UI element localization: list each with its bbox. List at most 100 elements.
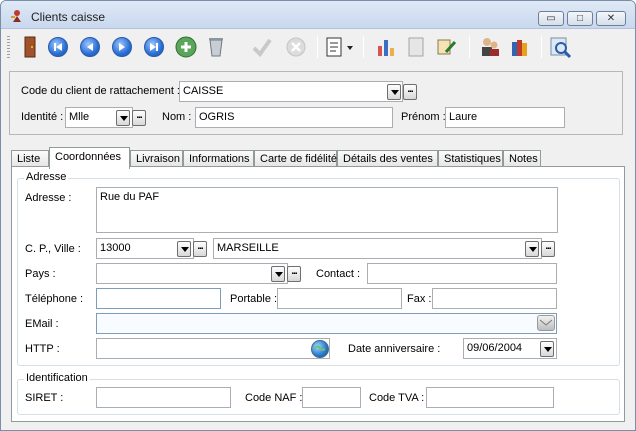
last-record-icon [144, 37, 164, 57]
delete-record-button[interactable] [203, 34, 229, 60]
validate-button[interactable] [249, 34, 275, 60]
document-icon [408, 37, 424, 57]
identite-label: Identité : [21, 111, 64, 123]
code-tva-field[interactable] [426, 387, 554, 408]
window-title: Clients caisse [31, 10, 106, 24]
tab-coordonnees[interactable]: Coordonnées [49, 147, 130, 169]
ville-combo[interactable]: MARSEILLE [213, 238, 542, 259]
ville-dropdown-button[interactable] [525, 241, 539, 257]
chart-icon [378, 40, 394, 56]
contact-label: Contact : [316, 268, 361, 280]
cancel-button[interactable] [283, 34, 309, 60]
next-record-icon [112, 37, 132, 57]
send-email-button[interactable] [537, 315, 555, 331]
toolbar-separator [469, 36, 470, 58]
identite-dropdown-button[interactable] [116, 110, 130, 126]
identification-group-title: Identification [24, 372, 90, 384]
form-menu-button[interactable] [323, 34, 357, 60]
portable-label: Portable : [230, 293, 278, 305]
previous-record-button[interactable] [77, 34, 103, 60]
toolbar-grip[interactable] [7, 36, 10, 58]
email-label: EMail : [25, 318, 59, 330]
telephone-field[interactable] [96, 288, 221, 309]
adresse-group-title: Adresse [24, 171, 69, 183]
search-button[interactable] [547, 34, 573, 60]
maximize-icon: □ [576, 13, 584, 24]
fax-label: Fax : [407, 293, 432, 305]
pays-combo[interactable] [96, 263, 288, 284]
ville-browse-button[interactable]: ... [541, 241, 555, 257]
title-bar: Clients caisse ▭ □ ✕ [1, 1, 635, 29]
pays-dropdown-button[interactable] [271, 266, 285, 282]
nom-label: Nom : [162, 111, 192, 123]
pays-browse-button[interactable]: ... [287, 266, 301, 282]
siret-field[interactable] [96, 387, 231, 408]
minimize-button[interactable]: ▭ [538, 11, 564, 26]
cp-ville-label: C. P., Ville : [25, 243, 81, 255]
code-client-combo[interactable]: CAISSE [179, 81, 403, 102]
adresse-field[interactable]: Rue du PAF [96, 187, 558, 233]
toolbar-separator [363, 36, 364, 58]
open-website-button[interactable] [311, 340, 329, 358]
exit-button[interactable] [17, 34, 43, 60]
client-header-panel: Code du client de rattachement : CAISSE … [9, 71, 623, 135]
chart-button[interactable] [373, 34, 399, 60]
add-record-button[interactable] [173, 34, 199, 60]
client-window: Clients caisse ▭ □ ✕ Code du client de r… [0, 0, 636, 431]
maximize-button[interactable]: □ [567, 11, 593, 26]
tab-coordonnees-content: Adresse Adresse : Rue du PAF C. P., Vill… [11, 166, 625, 422]
telephone-label: Téléphone : [25, 293, 84, 305]
date-anniversaire-label: Date anniversaire : [348, 343, 441, 355]
close-button[interactable]: ✕ [596, 11, 626, 26]
email-field[interactable] [96, 313, 557, 334]
minimize-icon: ▭ [546, 13, 556, 24]
nom-field[interactable]: OGRIS [195, 107, 393, 128]
code-client-browse-button[interactable]: ... [403, 84, 417, 100]
adresse-label: Adresse : [25, 192, 72, 204]
document-button[interactable] [403, 34, 429, 60]
code-postal-browse-button[interactable]: ... [193, 241, 207, 257]
cancel-icon [286, 37, 306, 57]
books-icon [512, 40, 527, 56]
portable-field[interactable] [277, 288, 402, 309]
prenom-label: Prénom : [401, 111, 446, 123]
toolbar [5, 30, 631, 64]
pays-label: Pays : [25, 268, 56, 280]
code-client-dropdown-button[interactable] [387, 84, 401, 100]
first-record-button[interactable] [45, 34, 71, 60]
validate-icon [252, 38, 272, 58]
date-picker-button[interactable] [540, 341, 554, 357]
code-tva-label: Code TVA : [369, 392, 425, 404]
users-icon [482, 38, 499, 56]
delete-record-icon [209, 38, 223, 57]
identite-browse-button[interactable]: ... [132, 110, 146, 126]
search-icon [550, 37, 572, 59]
books-button[interactable] [507, 34, 533, 60]
edit-button[interactable] [433, 34, 459, 60]
form-menu-icon [326, 37, 353, 57]
users-button[interactable] [477, 34, 503, 60]
toolbar-separator [317, 36, 318, 58]
code-naf-label: Code NAF : [245, 392, 303, 404]
close-icon: ✕ [606, 13, 616, 24]
app-icon [11, 10, 21, 22]
next-record-button[interactable] [109, 34, 135, 60]
add-record-icon [175, 36, 197, 58]
globe-icon [314, 345, 326, 351]
http-label: HTTP : [25, 343, 60, 355]
fax-field[interactable] [432, 288, 557, 309]
http-field[interactable] [96, 338, 330, 359]
envelope-icon [539, 319, 553, 326]
prenom-field[interactable]: Laure [445, 107, 565, 128]
contact-field[interactable] [367, 263, 557, 284]
toolbar-separator [541, 36, 542, 58]
previous-record-icon [80, 37, 100, 57]
edit-icon [437, 39, 457, 55]
last-record-button[interactable] [141, 34, 167, 60]
code-client-label: Code du client de rattachement : [21, 85, 180, 97]
code-postal-dropdown-button[interactable] [177, 241, 191, 257]
first-record-icon [48, 37, 68, 57]
identification-group: Identification SIRET : Code NAF : Code T… [17, 372, 620, 415]
door-exit-icon [24, 36, 36, 58]
code-naf-field[interactable] [302, 387, 361, 408]
